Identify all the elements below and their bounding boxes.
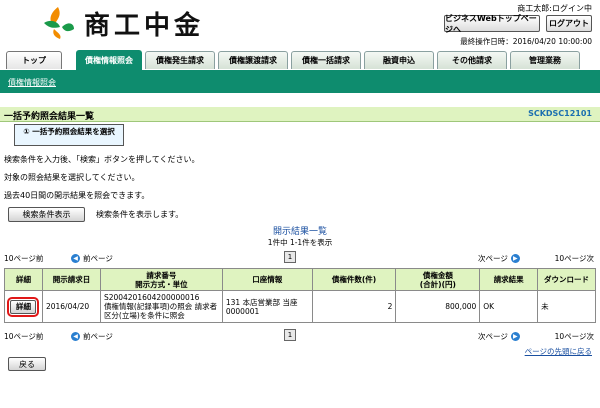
prev-page-link[interactable]: ◀ 前ページ xyxy=(68,331,113,342)
request-number: S2004201604200000016 xyxy=(103,293,200,302)
instruction-text: 検索条件を入力後、「検索」ボタンを押してください。 xyxy=(4,155,200,164)
receivable-amount-cell: 800,000 xyxy=(395,290,481,323)
column-header: ダウンロード xyxy=(537,268,596,291)
logo-text: 商工中金 xyxy=(84,10,205,41)
request-date-cell: 2016/04/20 xyxy=(41,290,101,323)
tab-top[interactable]: トップ xyxy=(6,51,62,69)
table-header-row: 詳細 開示請求日 請求番号 開示方式・単位 口座情報 債権件数(件) 債権金額 … xyxy=(4,268,596,291)
tab-receivable-inquiry[interactable]: 債権情報照会 xyxy=(76,50,142,70)
pager-bottom: 10ページ前 ◀ 前ページ 1 次ページ ▶ 10ページ次 xyxy=(0,329,600,343)
tab-loan-application[interactable]: 融資申込 xyxy=(364,51,434,69)
left-arrow-icon: ◀ xyxy=(71,254,80,263)
tab-other-request[interactable]: その他請求 xyxy=(437,51,507,69)
step-indicator: ① 一括予約照会結果を選択 xyxy=(14,124,124,146)
request-number-cell: S2004201604200000016 債権情報(記録事項)の照会 請求者区分… xyxy=(99,290,223,323)
receivable-count-cell: 2 xyxy=(311,290,397,323)
page-number[interactable]: 1 xyxy=(284,329,296,341)
tab-issue-request[interactable]: 債権発生請求 xyxy=(145,51,215,69)
table-row: 詳細 2016/04/20 S2004201604200000016 債権情報(… xyxy=(4,290,596,323)
column-header: 開示請求日 xyxy=(41,268,101,291)
sublink-receivable-inquiry[interactable]: 債権情報照会 xyxy=(8,77,56,88)
next-page-label: 次ページ xyxy=(478,332,508,341)
prev-10-pages-link[interactable]: 10ページ前 xyxy=(4,331,43,342)
prev-10-pages-link[interactable]: 10ページ前 xyxy=(4,253,43,264)
column-header: 債権金額 (合計)(円) xyxy=(395,268,481,291)
column-header: 口座情報 xyxy=(221,268,313,291)
back-button[interactable]: 戻る xyxy=(8,357,46,371)
next-page-link[interactable]: 次ページ ▶ xyxy=(478,253,523,264)
webtop-button[interactable]: ビジネスWebトップページへ xyxy=(444,14,540,34)
last-operation-time: 最終操作日時：2016/04/20 10:00:00 xyxy=(460,37,592,46)
brand-logo: 商工中金 xyxy=(40,5,204,41)
prev-page-link[interactable]: ◀ 前ページ xyxy=(68,253,113,264)
column-header: 債権件数(件) xyxy=(311,268,397,291)
column-header: 請求番号 開示方式・単位 xyxy=(99,268,223,291)
next-page-link[interactable]: 次ページ ▶ xyxy=(478,331,523,342)
search-conditions-note: 検索条件を表示します。 xyxy=(96,210,184,219)
results-table: 詳細 開示請求日 請求番号 開示方式・単位 口座情報 債権件数(件) 債権金額 … xyxy=(4,268,596,323)
tab-transfer-request[interactable]: 債権譲渡請求 xyxy=(218,51,288,69)
pager-top: 10ページ前 ◀ 前ページ 1 次ページ ▶ 10ページ次 xyxy=(0,251,600,265)
screen-id: SCKDSC12101 xyxy=(528,109,592,118)
right-arrow-icon: ▶ xyxy=(510,254,520,263)
show-search-conditions-button[interactable]: 検索条件表示 xyxy=(8,207,85,222)
page-number[interactable]: 1 xyxy=(284,251,296,263)
main-tabs: トップ 債権情報照会 債権発生請求 債権譲渡請求 債権一括請求 融資申込 その他… xyxy=(0,50,600,71)
logout-button[interactable]: ログアウト xyxy=(546,15,592,32)
nav-strip xyxy=(0,70,600,93)
request-method: 債権情報(記録事項)の照会 請求者区分(立場)を条件に照会 xyxy=(103,302,218,320)
tab-admin[interactable]: 管理業務 xyxy=(510,51,580,69)
column-header: 請求結果 xyxy=(479,268,539,291)
title-bar: 一括予約照会結果一覧 SCKDSC12101 xyxy=(0,107,600,122)
next-10-pages-link[interactable]: 10ページ次 xyxy=(555,331,594,342)
left-arrow-icon: ◀ xyxy=(71,332,80,341)
page-top-link[interactable]: ページの先頭に戻る xyxy=(525,346,592,357)
list-title: 開示結果一覧 xyxy=(272,227,327,237)
page-title: 一括予約照会結果一覧 xyxy=(4,112,95,122)
prev-page-label: 前ページ xyxy=(83,254,113,263)
instruction-text: 過去40日間の開示結果を照会できます。 xyxy=(4,191,150,200)
next-page-label: 次ページ xyxy=(478,254,508,263)
tab-bulk-request[interactable]: 債権一括請求 xyxy=(291,51,361,69)
right-arrow-icon: ▶ xyxy=(510,332,520,341)
detail-button[interactable]: 詳細 xyxy=(7,296,40,317)
request-result-cell: OK xyxy=(479,290,539,323)
prev-page-label: 前ページ xyxy=(83,332,113,341)
column-header: 詳細 xyxy=(4,268,43,291)
detail-cell: 詳細 xyxy=(4,290,43,323)
instruction-text: 対象の照会結果を選択してください。 xyxy=(4,173,140,182)
next-10-pages-link[interactable]: 10ページ次 xyxy=(555,253,594,264)
account-info-cell: 131 本店営業部 当座 0000001 xyxy=(221,290,313,323)
list-count: 1件中 1-1件を表示 xyxy=(267,238,333,247)
logo-mark-icon xyxy=(40,5,76,41)
download-cell: 未 xyxy=(537,290,596,323)
